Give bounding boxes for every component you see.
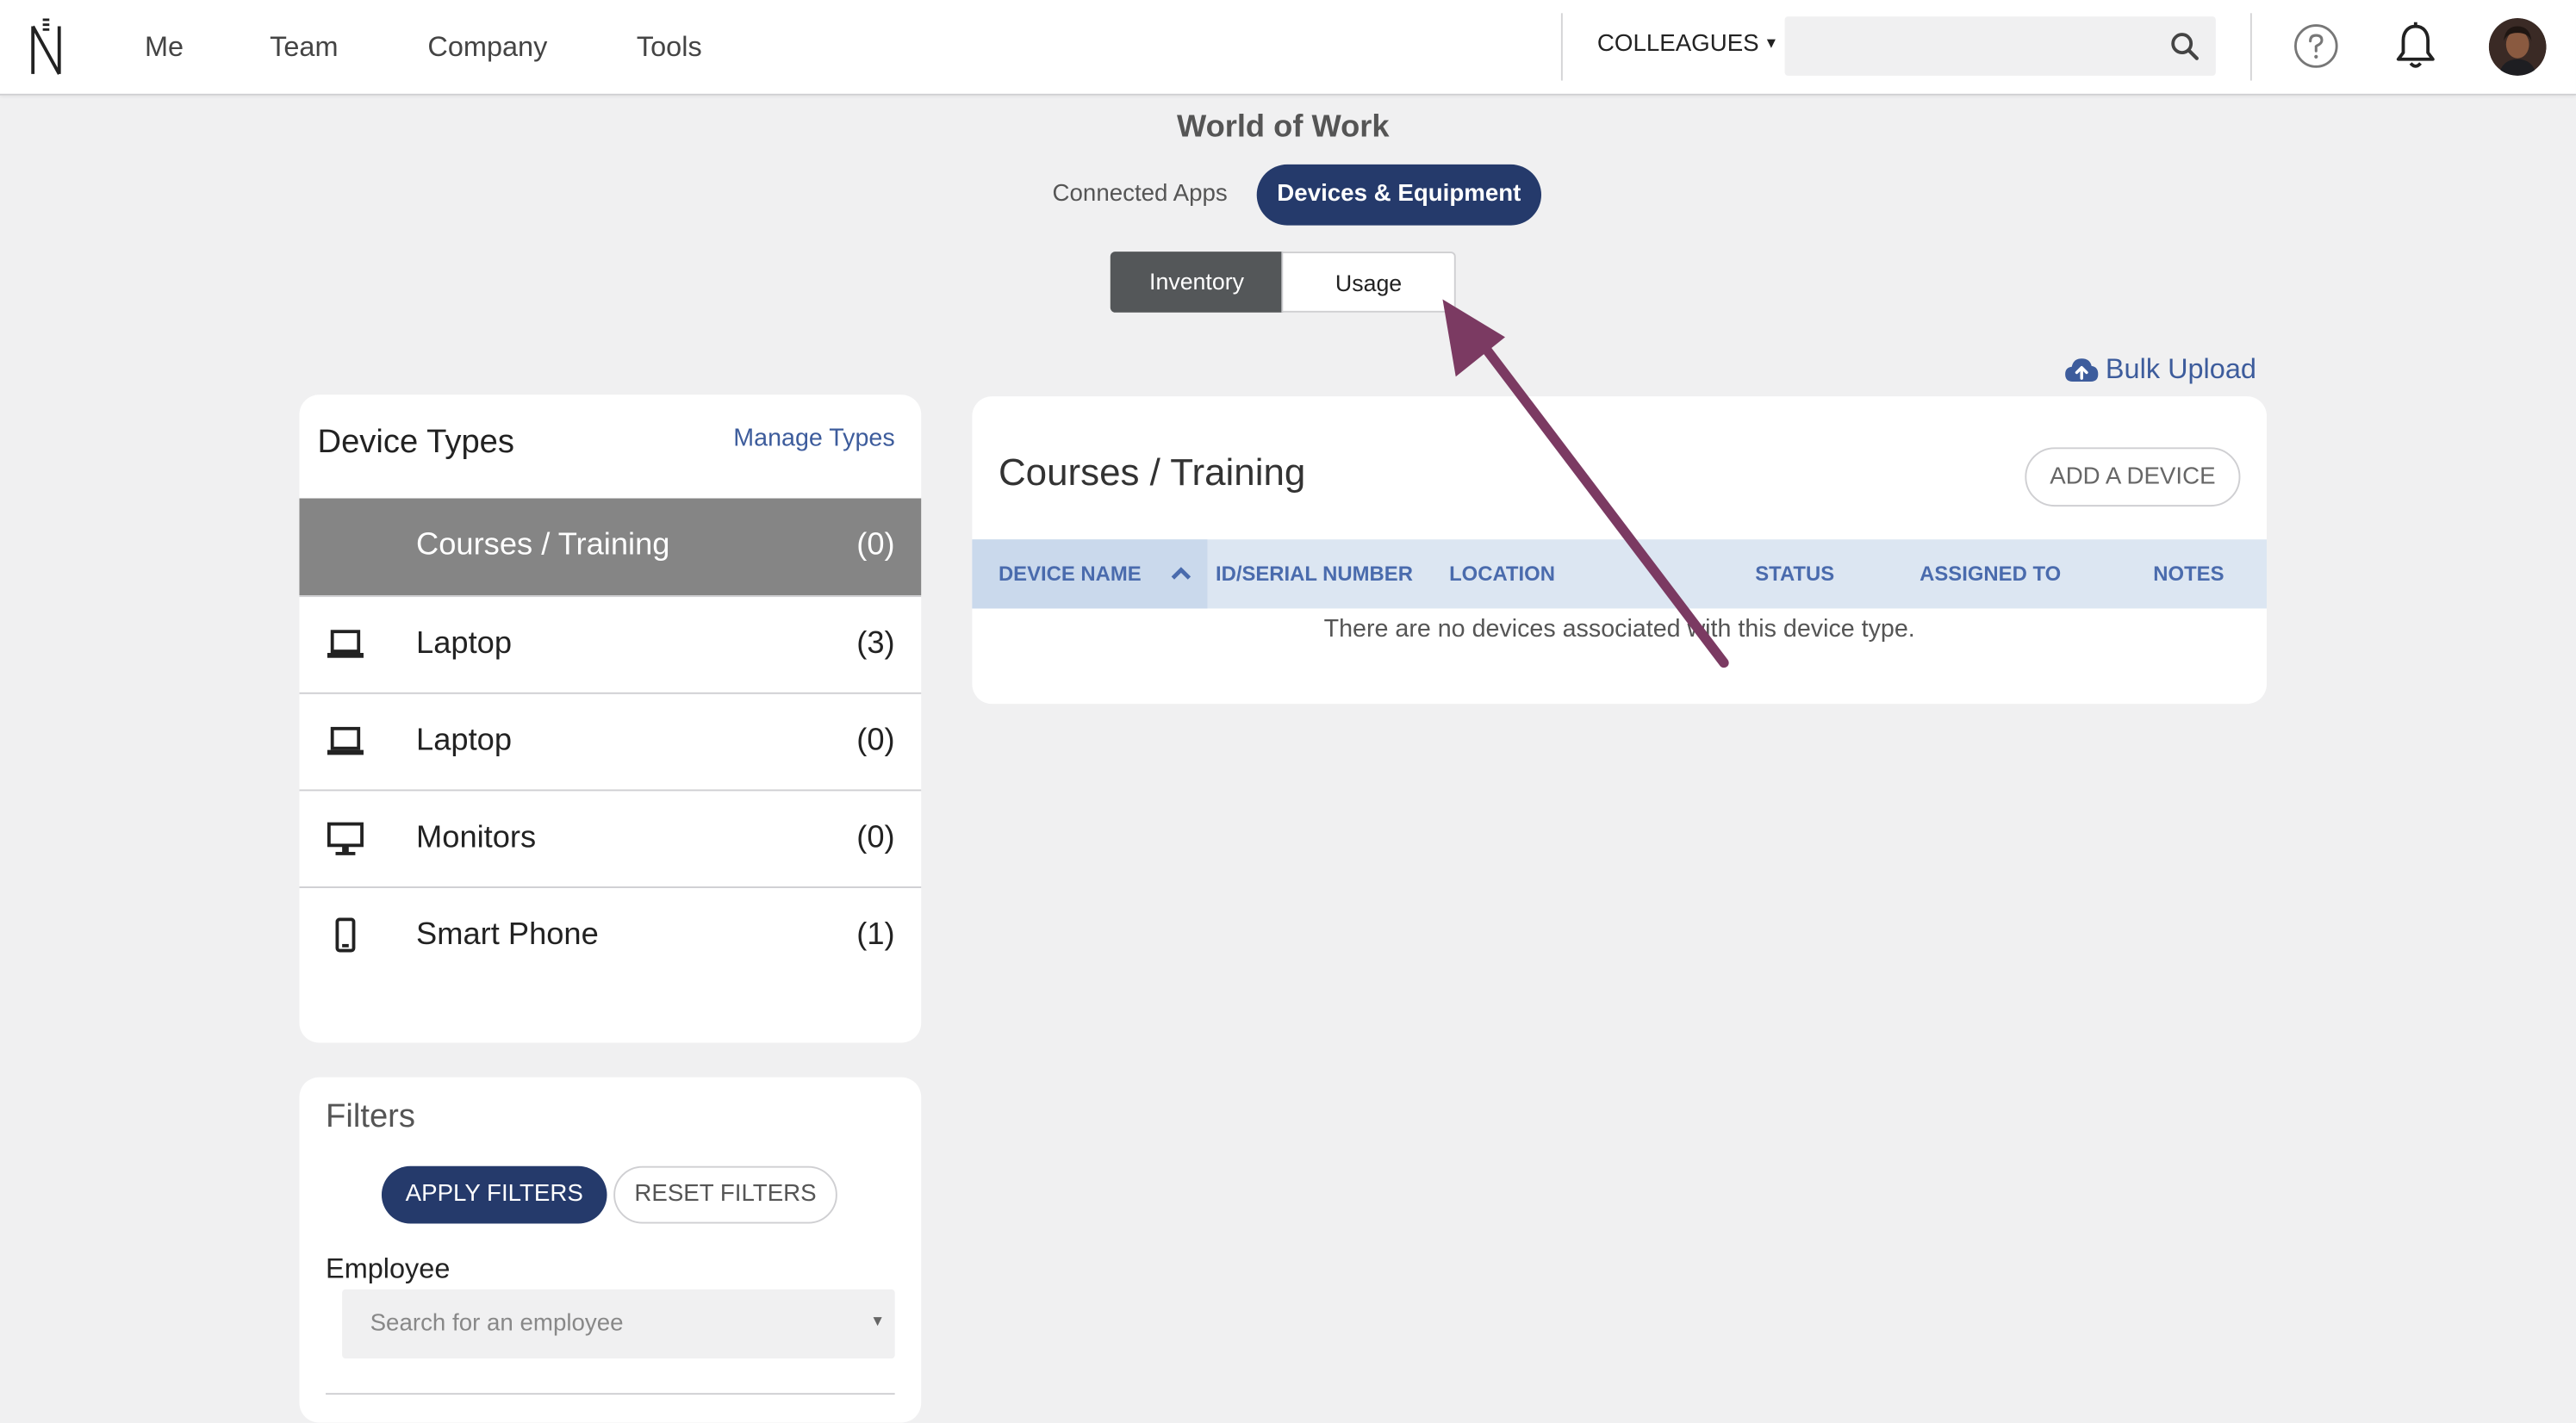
notification-bell-icon[interactable] (2393, 22, 2438, 71)
caret-down-icon: ▼ (870, 1312, 886, 1329)
sort-ascending-icon (1171, 567, 1192, 580)
device-type-row-laptop[interactable]: Laptop (3) (299, 595, 922, 694)
device-types-panel: Device Types Manage Types Courses / Trai… (299, 395, 922, 1043)
column-header-location[interactable]: LOCATION (1449, 539, 1555, 608)
device-types-title: Device Types (317, 424, 515, 461)
bulk-upload-link[interactable]: Bulk Upload (2064, 353, 2256, 386)
device-type-label: Courses / Training (416, 527, 670, 562)
device-type-label: Smart Phone (416, 917, 599, 953)
device-type-label: Laptop (416, 626, 513, 662)
company-logo[interactable] (28, 18, 64, 78)
segment-usage[interactable]: Usage (1281, 252, 1456, 313)
column-header-id-serial-number[interactable]: ID/SERIAL NUMBER (1216, 539, 1413, 608)
search-input[interactable] (1784, 16, 2163, 76)
app-root: Me Team Company Tools COLLEAGUES ▼ World… (0, 0, 2576, 1423)
column-header-assigned-to[interactable]: ASSIGNED TO (1920, 539, 2061, 608)
top-navbar: Me Team Company Tools COLLEAGUES ▼ (0, 0, 2576, 96)
column-header-label: DEVICE NAME (998, 562, 1142, 586)
employee-label: Employee (326, 1252, 451, 1285)
filters-title: Filters (326, 1098, 416, 1135)
column-header-notes[interactable]: NOTES (2153, 539, 2224, 608)
nav-divider (2249, 13, 2252, 81)
column-header-device-name[interactable]: DEVICE NAME (972, 539, 1208, 609)
column-header-status[interactable]: STATUS (1755, 539, 1834, 608)
device-type-count: (0) (856, 527, 895, 562)
device-type-row-smart-phone[interactable]: Smart Phone (1) (299, 886, 922, 985)
tab-connected-apps[interactable]: Connected Apps (1031, 165, 1248, 226)
device-type-row-laptop[interactable]: Laptop (0) (299, 692, 922, 792)
caret-down-icon: ▼ (1764, 34, 1779, 52)
devices-panel-title: Courses / Training (998, 451, 1306, 494)
nav-divider (1560, 13, 1563, 81)
smartphone-icon (335, 917, 356, 953)
device-type-count: (1) (856, 917, 895, 953)
add-device-button[interactable]: ADD A DEVICE (2025, 447, 2241, 507)
empty-state-message: There are no devices associated with thi… (1323, 615, 1915, 643)
user-avatar[interactable] (2488, 18, 2547, 76)
colleagues-dropdown[interactable]: COLLEAGUES ▼ (1597, 31, 1779, 58)
device-type-label: Monitors (416, 820, 537, 855)
search-box (1784, 16, 2216, 76)
segment-inventory[interactable]: Inventory (1110, 252, 1284, 313)
monitor-icon (327, 822, 364, 855)
help-icon[interactable] (2293, 23, 2339, 69)
device-type-count: (0) (856, 820, 895, 855)
nav-team[interactable]: Team (270, 31, 338, 64)
laptop-icon (327, 630, 364, 658)
filters-panel: Filters APPLY FILTERS RESET FILTERS Empl… (299, 1077, 922, 1423)
device-type-label: Laptop (416, 724, 513, 759)
tab-devices-equipment[interactable]: Devices & Equipment (1256, 164, 1542, 226)
employee-select-placeholder: Search for an employee (370, 1310, 624, 1338)
search-icon[interactable] (2169, 31, 2199, 60)
device-type-count: (0) (856, 724, 895, 759)
cloud-upload-icon (2065, 358, 2099, 382)
page-title: World of Work (1176, 109, 1390, 146)
apply-filters-button[interactable]: APPLY FILTERS (381, 1165, 607, 1224)
bulk-upload-label: Bulk Upload (2105, 353, 2256, 385)
colleagues-label: COLLEAGUES (1596, 31, 1759, 58)
manage-types-link[interactable]: Manage Types (733, 425, 894, 452)
laptop-icon (327, 726, 364, 755)
device-type-row-courses-training[interactable]: Courses / Training (0) (299, 498, 922, 596)
device-type-count: (3) (856, 626, 895, 662)
devices-panel: Courses / Training ADD A DEVICE DEVICE N… (972, 396, 2268, 705)
divider (326, 1393, 895, 1395)
nav-me[interactable]: Me (145, 31, 184, 64)
device-type-row-monitors[interactable]: Monitors (0) (299, 789, 922, 888)
nav-company[interactable]: Company (427, 31, 547, 64)
table-header-row: DEVICE NAME ID/SERIAL NUMBER LOCATION ST… (972, 539, 2268, 609)
employee-select[interactable]: Search for an employee ▼ (342, 1289, 895, 1359)
reset-filters-button[interactable]: RESET FILTERS (613, 1165, 837, 1224)
nav-tools[interactable]: Tools (637, 31, 702, 64)
